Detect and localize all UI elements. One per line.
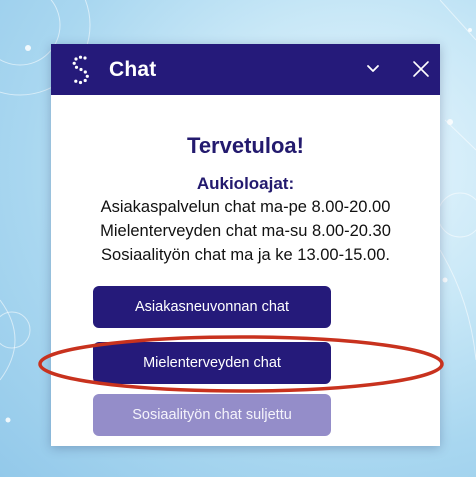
chevron-down-icon (367, 65, 379, 72)
chat-widget: Chat Tervetuloa! Aukioloajat: Asiakaspal… (51, 44, 440, 446)
dotted-s-logo-icon (69, 54, 93, 86)
chat-header: Chat (51, 44, 440, 95)
hours-mental-health: Mielenterveyden chat ma-su 8.00-20.30 (100, 222, 391, 240)
hours-customer-service: Asiakaspalvelun chat ma-pe 8.00-20.00 (100, 198, 391, 216)
chat-title: Chat (109, 57, 157, 81)
social-work-chat-button-disabled: Sosiaalityön chat suljettu (93, 394, 331, 436)
close-button[interactable] (410, 58, 432, 80)
hours-social-work: Sosiaalityön chat ma ja ke 13.00-15.00. (101, 246, 390, 264)
mental-health-chat-button[interactable]: Mielenterveyden chat (93, 342, 331, 384)
welcome-heading: Tervetuloa! (187, 133, 304, 158)
chat-body: Tervetuloa! Aukioloajat: Asiakaspalvelun… (51, 133, 440, 267)
minimize-button[interactable] (362, 58, 384, 80)
opening-hours-title: Aukioloajat: (196, 174, 295, 193)
customer-advice-chat-button[interactable]: Asiakasneuvonnan chat (93, 286, 331, 328)
close-icon (413, 61, 429, 77)
